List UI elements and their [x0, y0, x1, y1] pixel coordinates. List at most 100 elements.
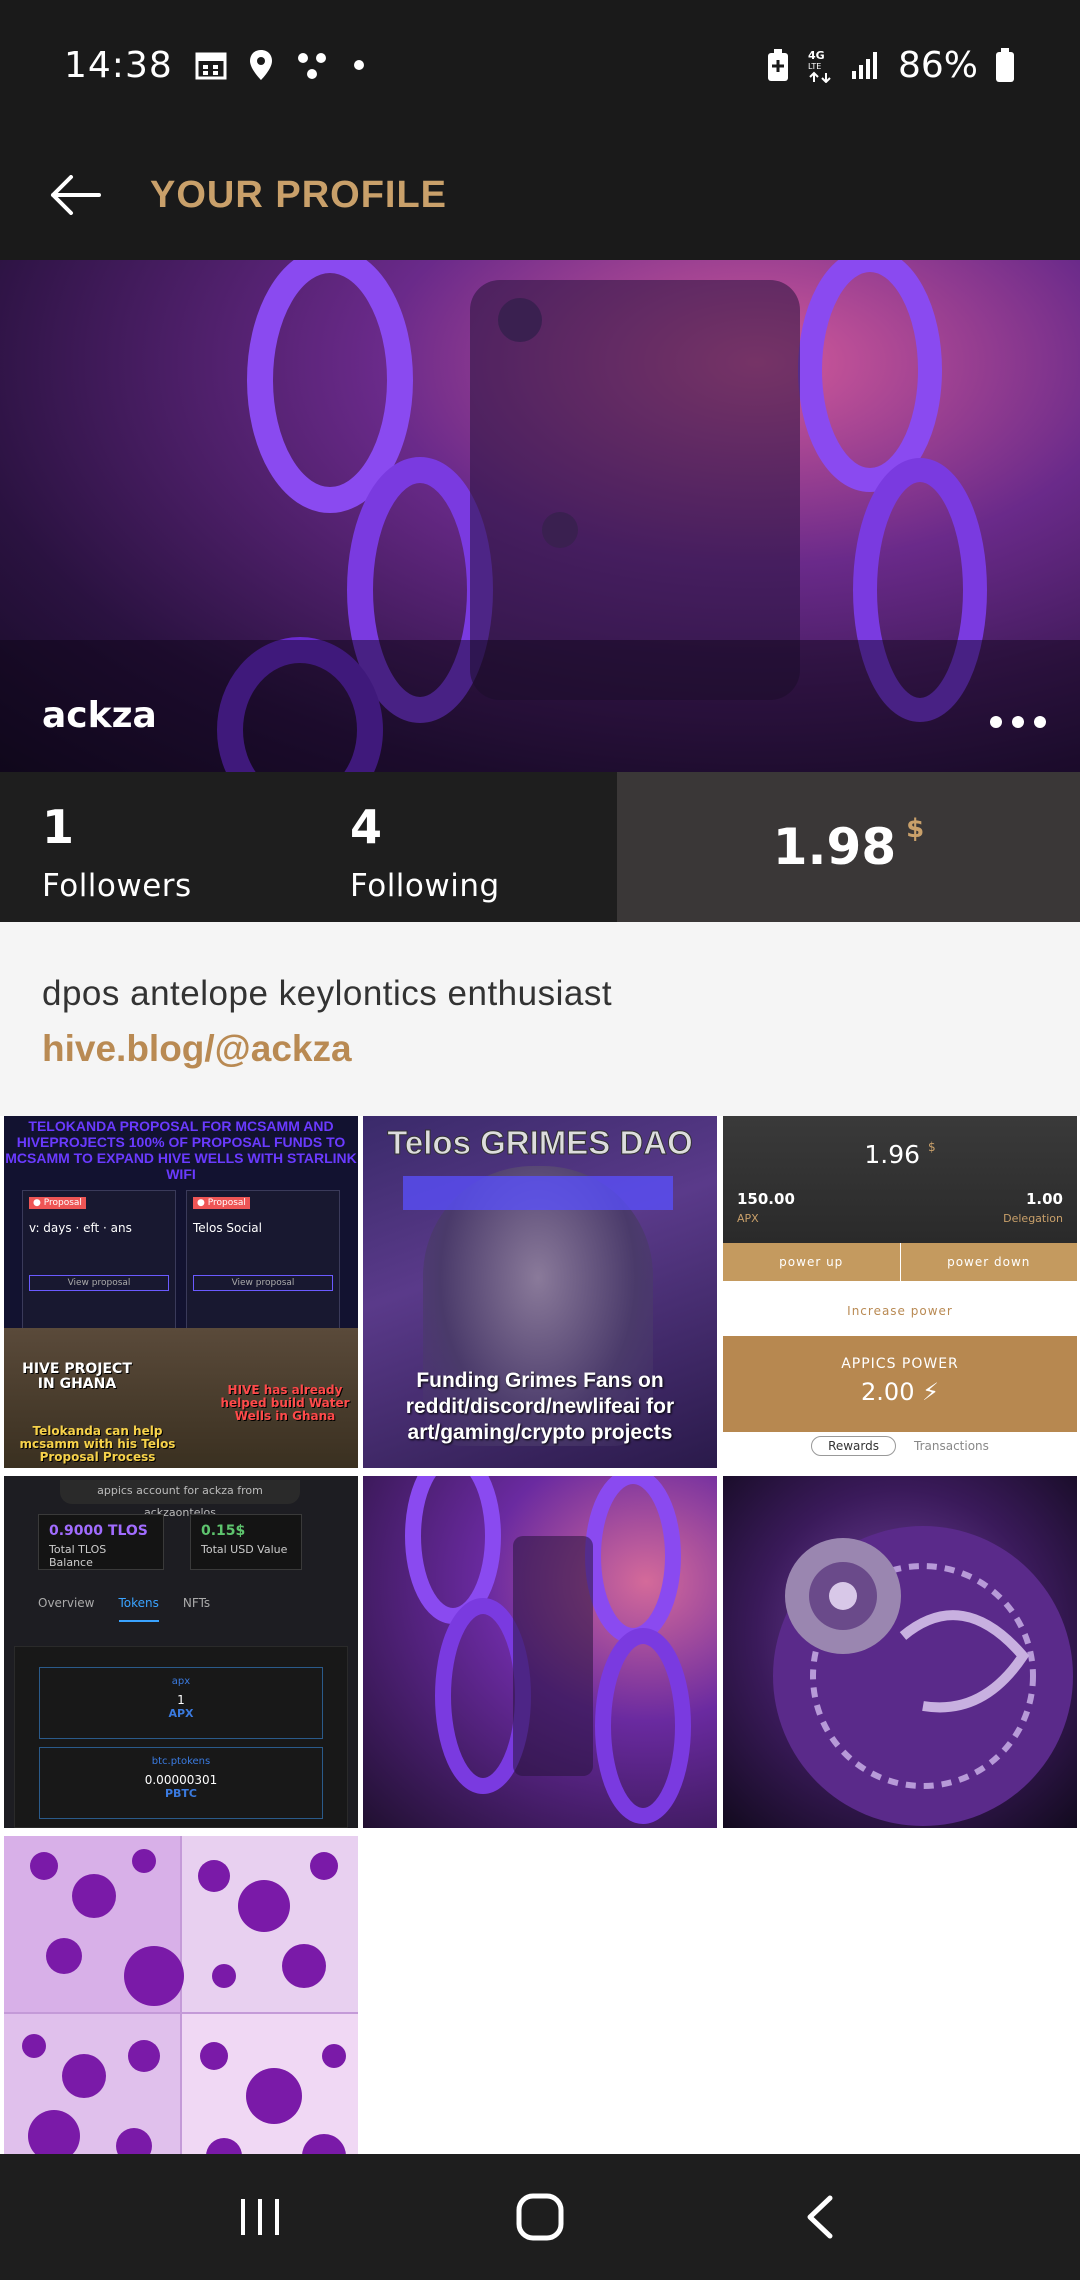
spheres-artwork: [4, 1836, 358, 2188]
proposal-card: ● Proposal Telos Social View proposal: [186, 1190, 340, 1350]
post-thumbnail[interactable]: [4, 1836, 358, 2188]
more-dot-icon: [1034, 716, 1046, 728]
more-dot-icon: [990, 716, 1002, 728]
following-stat[interactable]: 4 Following: [308, 772, 616, 922]
profile-cover-image: ackza: [0, 260, 1080, 772]
post-caption: HIVE PROJECT IN GHANA: [22, 1361, 132, 1392]
calendar-icon: [195, 52, 227, 80]
apx-value: 150.00: [737, 1190, 795, 1208]
profile-stats: 1 Followers 4 Following 1.98 $: [0, 772, 1080, 922]
profile-bio: dpos antelope keylontics enthusiast hive…: [0, 922, 1080, 1116]
token-tabs: Overview Tokens NFTs: [38, 1596, 210, 1622]
status-icons-right: 4G LTE 86%: [766, 45, 1016, 86]
ornament-artwork: [773, 1526, 1073, 1826]
token-item: apx 1 APX: [39, 1667, 323, 1739]
increase-power-label: Increase power: [847, 1304, 953, 1318]
post-title: Telos GRIMES DAO: [387, 1124, 694, 1162]
appics-power-label: APPICS POWER: [841, 1356, 959, 1372]
status-time: 14:38: [64, 44, 173, 86]
appics-power-panel: APPICS POWER 2.00 ⚡: [723, 1336, 1077, 1432]
delegation-label: Delegation: [1003, 1212, 1063, 1225]
post-thumbnail[interactable]: [363, 1476, 717, 1828]
dots-icon: [297, 53, 326, 79]
token-item: btc.ptokens 0.00000301 PBTC: [39, 1747, 323, 1819]
post-thumbnail[interactable]: TELOKANDA PROPOSAL FOR MCSAMM AND HIVEPR…: [4, 1116, 358, 1468]
status-icons-left: [195, 49, 367, 81]
tlos-label: Total TLOS Balance: [49, 1543, 107, 1569]
appics-power-value: 2.00 ⚡: [861, 1378, 939, 1406]
token-name: apx: [171, 1676, 191, 1687]
svg-text:4G: 4G: [808, 49, 825, 62]
signal-icon: [851, 52, 877, 79]
wallet-balance[interactable]: 1.98 $: [617, 772, 1080, 922]
more-options-button[interactable]: [990, 716, 1046, 728]
post-thumbnail[interactable]: [723, 1476, 1077, 1828]
battery-icon: [996, 48, 1014, 82]
rewards-tab-label: Rewards: [811, 1436, 897, 1456]
power-down-label: power down: [899, 1243, 1077, 1281]
home-button[interactable]: [480, 2167, 600, 2267]
tab-nfts-label: NFTs: [182, 1596, 211, 1610]
transactions-tab-label: Transactions: [914, 1439, 989, 1453]
token-symbol: APX: [168, 1707, 194, 1720]
back-button[interactable]: [0, 130, 150, 260]
token-panel: apx 1 APX btc.ptokens 0.00000301 PBTC: [14, 1646, 348, 1828]
balance-value: 1.98: [772, 818, 897, 876]
svg-text:LTE: LTE: [808, 62, 821, 71]
post-thumbnail[interactable]: 1.96 $ 150.00 APX 1.00 Delegation power …: [723, 1116, 1077, 1468]
battery-saver-icon: [767, 49, 788, 81]
power-buttons: power up power down: [723, 1243, 1077, 1281]
usd-value: 0.15$: [201, 1523, 246, 1539]
wallet-tabs: Rewards Transactions: [723, 1436, 1077, 1456]
recents-icon: [241, 2199, 279, 2235]
proposal-card: ● Proposal v: days · eft · ans View propos…: [22, 1190, 176, 1350]
followers-stat[interactable]: 1 Followers: [0, 772, 308, 922]
system-back-button[interactable]: [760, 2167, 880, 2267]
post-caption: Telokanda can help mcsamm with his Telos…: [19, 1424, 176, 1464]
balance-currency: $: [906, 814, 925, 844]
page-title: YOUR PROFILE: [150, 173, 448, 216]
account-label: appics account for ackza from ackzaontel…: [60, 1480, 300, 1519]
status-bar: 14:38 4G LTE 86%: [0, 0, 1080, 130]
app-header: YOUR PROFILE: [0, 130, 1080, 260]
tab-tokens-label: Tokens: [118, 1596, 159, 1622]
post-photo-strip: HIVE PROJECT IN GHANA HIVE has already h…: [4, 1328, 358, 1468]
token-amount: 1: [177, 1693, 185, 1707]
post-caption: Funding Grimes Fans on reddit/discord/ne…: [405, 1369, 675, 1444]
4g-lte-icon: 4GLTE: [808, 49, 831, 83]
token-name: btc.ptokens: [151, 1756, 211, 1767]
post-proposal-cards: ● Proposal v: days · eft · ans View propos…: [4, 1182, 358, 1350]
delegation-value: 1.00: [1025, 1190, 1063, 1208]
recents-button[interactable]: [200, 2167, 320, 2267]
location-icon: [249, 50, 272, 80]
token-symbol: PBTC: [164, 1787, 198, 1800]
tab-overview-label: Overview: [38, 1596, 95, 1610]
system-navigation-bar: [0, 2154, 1080, 2280]
followers-label: Followers: [42, 868, 192, 904]
post-headline: TELOKANDA PROPOSAL FOR MCSAMM AND HIVEPR…: [5, 1118, 357, 1182]
apx-label: APX: [737, 1212, 759, 1225]
home-icon: [516, 2193, 564, 2241]
cover-chains-art: [0, 260, 1080, 772]
post-caption: HIVE has already helped build Water Well…: [220, 1383, 350, 1423]
usd-label: Total USD Value: [201, 1543, 288, 1556]
chains-artwork: [405, 1476, 691, 1824]
usd-value-box: 0.15$ Total USD Value: [190, 1514, 302, 1570]
bio-text: dpos antelope keylontics enthusiast: [42, 974, 613, 1013]
profile-link[interactable]: hive.blog/@ackza: [42, 1028, 1080, 1070]
back-chevron-icon: [807, 2195, 833, 2239]
tlos-value: 0.9000 TLOS: [49, 1523, 148, 1539]
dot-icon: [353, 60, 364, 70]
posts-grid: TELOKANDA PROPOSAL FOR MCSAMM AND HIVEPR…: [0, 1116, 1080, 2188]
post-overlay-bar: [403, 1176, 673, 1210]
tlos-balance-box: 0.9000 TLOS Total TLOS Balance: [38, 1514, 164, 1570]
post-thumbnail[interactable]: appics account for ackza from ackzaontel…: [4, 1476, 358, 1828]
power-up-label: power up: [723, 1243, 900, 1281]
profile-username: ackza: [42, 695, 157, 736]
followers-count: 1: [42, 800, 75, 854]
wallet-value: 1.96 $: [864, 1140, 936, 1169]
token-amount: 0.00000301: [144, 1773, 218, 1787]
more-dot-icon: [1012, 716, 1024, 728]
post-thumbnail[interactable]: Telos GRIMES DAO Funding Grimes Fans on …: [363, 1116, 717, 1468]
following-count: 4: [350, 800, 383, 854]
